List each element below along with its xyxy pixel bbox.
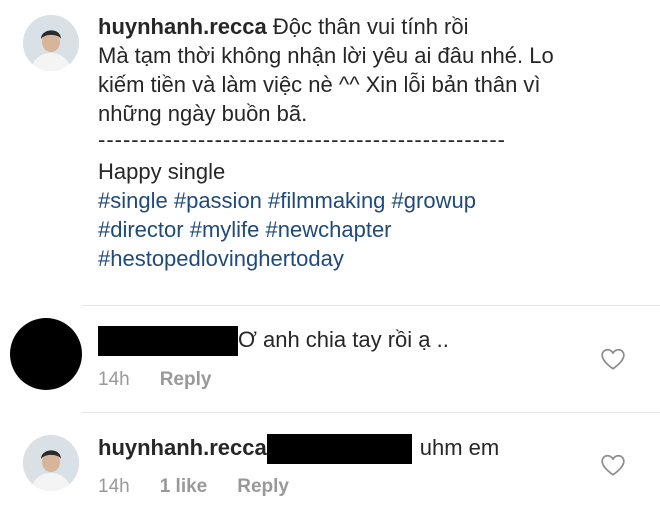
reply-button[interactable]: Reply (237, 476, 289, 497)
post-author-avatar[interactable] (23, 15, 79, 71)
hashtag[interactable]: #director (98, 217, 184, 242)
caption-happy-single: Happy single (98, 159, 226, 184)
hashtag[interactable]: #mylife (190, 217, 260, 242)
caption-first-line: Độc thân vui tính rồi (272, 14, 469, 39)
post-caption: huynhanh.recca Độc thân vui tính rồi Mà … (98, 12, 643, 273)
hashtag-row: #single #passion #filmmaking #growup (98, 186, 643, 215)
post-author-username[interactable]: huynhanh.recca (98, 14, 267, 39)
heart-outline-icon[interactable] (600, 453, 626, 477)
comment-time: 14h (98, 476, 130, 497)
hashtag-row: #director #mylife #newchapter (98, 215, 643, 244)
comment-body: Ơ anh chia tay rồi ạ .. (98, 326, 449, 356)
separator (82, 412, 660, 413)
heart-outline-icon[interactable] (600, 347, 626, 371)
reply-button[interactable]: Reply (160, 369, 212, 390)
hashtag-row: #hestopedlovinghertoday (98, 244, 643, 273)
comment-text: uhm em (419, 434, 500, 460)
commenter-avatar-redacted[interactable] (10, 318, 82, 390)
comment-text: Ơ anh chia tay rồi ạ .. (238, 326, 449, 352)
hashtag[interactable]: #passion (174, 188, 262, 213)
comment-username[interactable]: huynhanh.recca (98, 435, 267, 460)
hashtag[interactable]: #newchapter (266, 217, 392, 242)
comment-meta: 14h 1 like Reply (98, 476, 319, 498)
comment-time: 14h (98, 369, 130, 390)
caption-line: những ngày buồn bã. (98, 101, 308, 126)
like-count[interactable]: 1 like (160, 476, 208, 497)
comment-body: huynhanh.recca uhm em (98, 434, 499, 464)
hashtag[interactable]: #growup (392, 188, 476, 213)
redacted-mention (266, 434, 412, 464)
hashtag[interactable]: #filmmaking (268, 188, 385, 213)
hashtag[interactable]: #hestopedlovinghertoday (98, 246, 344, 271)
hashtag[interactable]: #single (98, 188, 168, 213)
separator (82, 305, 660, 306)
caption-line: kiếm tiền và làm việc nè ^^ Xin lỗi bản … (98, 72, 541, 97)
reply-author-avatar[interactable] (23, 435, 79, 491)
caption-line: Mà tạm thời không nhận lời yêu ai đâu nh… (98, 43, 554, 68)
comment-meta: 14h Reply (98, 369, 241, 391)
caption-divider: ----------------------------------------… (98, 128, 506, 152)
redacted-username (98, 326, 238, 356)
